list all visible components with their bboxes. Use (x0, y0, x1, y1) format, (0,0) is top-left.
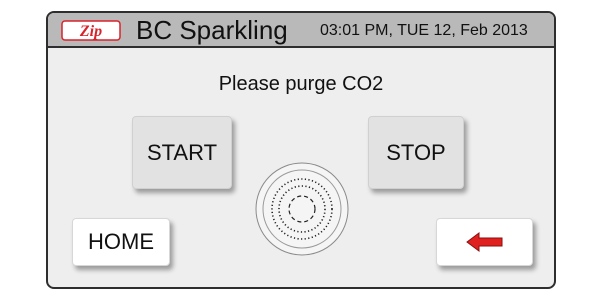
stop-button-label: STOP (386, 139, 446, 165)
purge-status-rings-icon (255, 162, 349, 256)
zip-logo: Zip (61, 20, 121, 41)
screen-panel: Zip BC Sparkling 03:01 PM, TUE 12, Feb 2… (46, 11, 556, 289)
header-bar: Zip BC Sparkling 03:01 PM, TUE 12, Feb 2… (48, 13, 554, 48)
purge-message: Please purge CO2 (218, 73, 384, 95)
page-title: BC Sparkling (136, 15, 288, 45)
stop-button[interactable]: STOP (368, 116, 464, 189)
home-button-label: HOME (88, 229, 154, 254)
left-arrow-icon (465, 232, 502, 252)
datetime-display: 03:01 PM, TUE 12, Feb 2013 (320, 22, 528, 39)
home-button[interactable]: HOME (72, 218, 170, 266)
back-button[interactable] (436, 218, 533, 266)
svg-text:Zip: Zip (79, 23, 102, 40)
start-button-label: START (146, 139, 218, 165)
start-button[interactable]: START (132, 116, 232, 189)
